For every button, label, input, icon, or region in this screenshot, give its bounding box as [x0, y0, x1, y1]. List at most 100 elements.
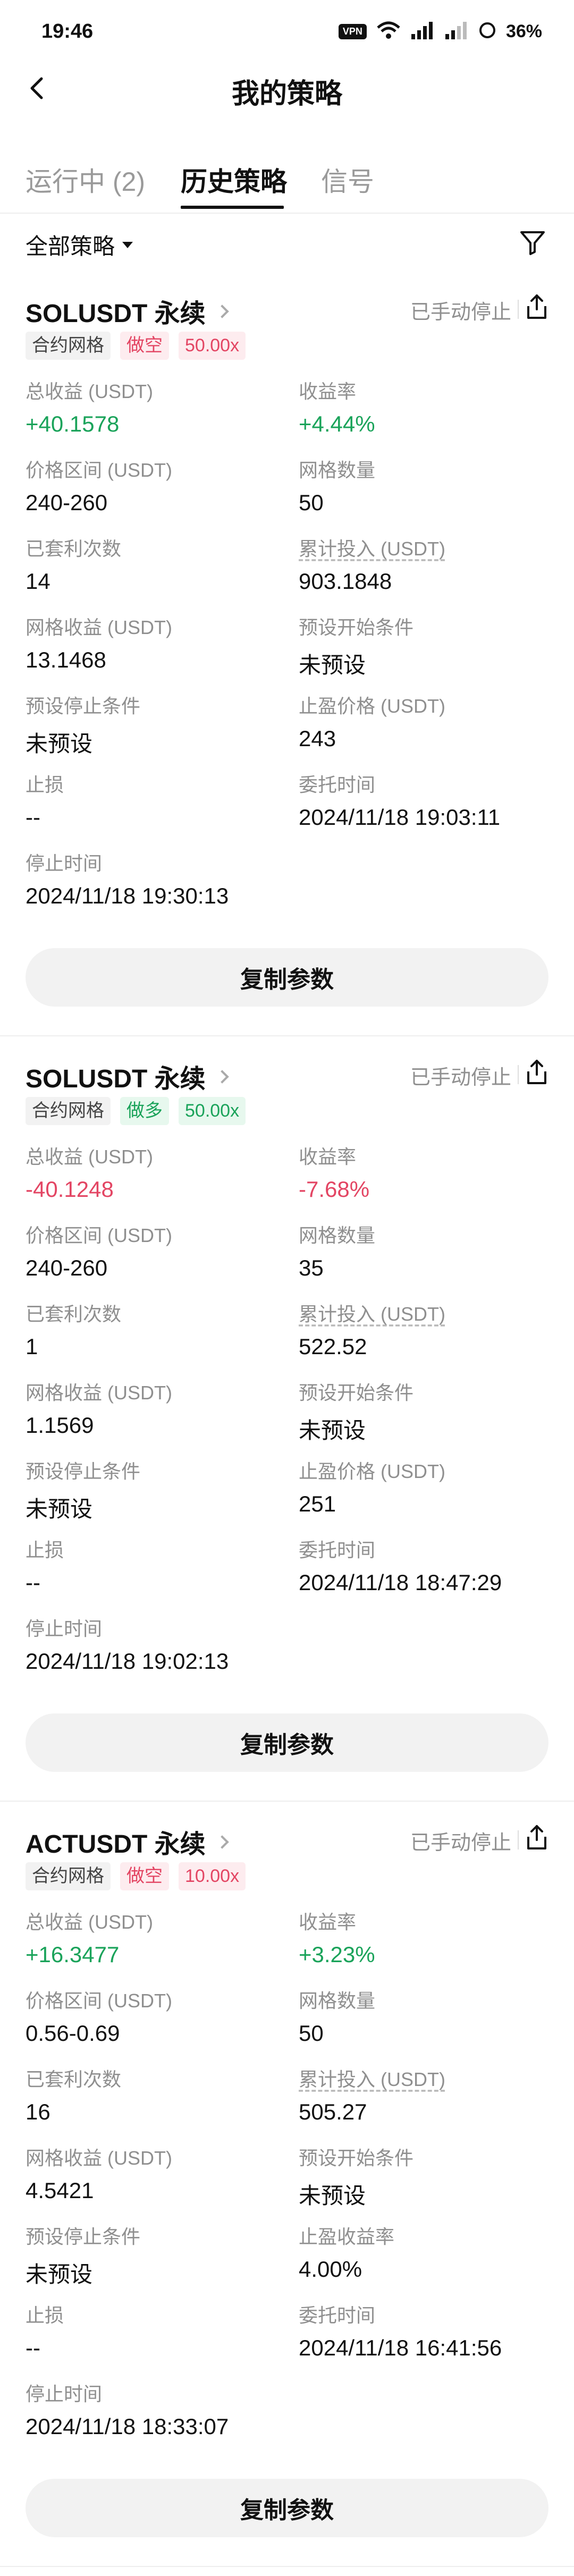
field-total-pnl: 总收益 (USDT) +40.1578: [26, 376, 153, 437]
field-value: 35: [299, 1255, 324, 1280]
copy-params-button[interactable]: 复制参数: [26, 948, 548, 1007]
field-value: +4.44%: [299, 411, 375, 436]
field-start-condition: 预设开始条件 未预设: [299, 1378, 413, 1445]
field-value: 50: [299, 490, 324, 515]
strategy-type-tag: 合约网格: [26, 332, 111, 360]
field-label: 已套利次数: [26, 1303, 122, 1325]
filter-icon[interactable]: [517, 226, 548, 258]
field-value: 2024/11/18 16:41:56: [299, 2335, 502, 2360]
field-label: 止损: [26, 1539, 64, 1561]
field-label: 预设停止条件: [26, 1460, 141, 1482]
field-total-pnl: 总收益 (USDT) +16.3477: [26, 1907, 153, 1967]
page-title: 我的策略: [231, 79, 342, 109]
card-divider: [0, 1035, 574, 1036]
battery-level: 36%: [505, 21, 542, 41]
field-value: +16.3477: [26, 1942, 120, 1967]
field-label: 总收益 (USDT): [26, 381, 153, 402]
field-value: -7.68%: [299, 1177, 370, 1202]
strategy-symbol: SOLUSDT 永续: [26, 300, 206, 328]
field-label: 收益率: [299, 1146, 357, 1168]
field-label: 价格区间 (USDT): [26, 1990, 172, 2012]
direction-tag: 做空: [120, 1862, 169, 1890]
field-value: 240-260: [26, 490, 108, 515]
field-label: 已套利次数: [26, 538, 122, 560]
tab-history[interactable]: 历史策略: [181, 161, 287, 199]
strategy-filter-dropdown[interactable]: 全部策略: [26, 229, 133, 261]
strategy-title[interactable]: SOLUSDT 永续: [26, 1058, 229, 1095]
strategy-tags: 合约网格 做空 10.00x: [26, 1862, 246, 1890]
strategy-status: 已手动停止: [410, 1067, 511, 1089]
divider: [518, 1830, 519, 1849]
copy-params-button[interactable]: 复制参数: [26, 2479, 548, 2537]
field-value: 240-260: [26, 1255, 108, 1280]
field-value: 0.56-0.69: [26, 2021, 120, 2046]
field-label: 总收益 (USDT): [26, 1146, 153, 1168]
field-value: --: [26, 1570, 40, 1595]
field-pnl-rate: 收益率 +4.44%: [299, 376, 375, 437]
divider: [0, 213, 574, 214]
copy-params-button[interactable]: 复制参数: [26, 1713, 548, 1772]
field-value: 1.1569: [26, 1413, 94, 1438]
share-icon[interactable]: [521, 1057, 553, 1088]
strategy-type-tag: 合约网格: [26, 1862, 111, 1890]
field-order-time: 委托时间 2024/11/18 16:41:56: [299, 2300, 502, 2361]
field-stop-condition: 预设停止条件 未预设: [26, 1456, 140, 1524]
field-price-range: 价格区间 (USDT) 240-260: [26, 455, 172, 516]
field-label: 价格区间 (USDT): [26, 459, 172, 481]
strategy-card: SOLUSDT 永续 已手动停止合约网格 做空 50.00x 总收益 (USDT) +40…: [0, 282, 574, 1047]
active-tab-indicator: [181, 206, 284, 209]
strategy-tags: 合约网格 做空 50.00x: [26, 332, 246, 360]
field-label: 预设开始条件: [299, 1382, 414, 1404]
field-label: 止盈收益率: [299, 2226, 395, 2248]
share-icon[interactable]: [521, 291, 553, 323]
tab-bar: 运行中 (2) 历史策略 信号: [0, 149, 574, 213]
field-label: 累计投入 (USDT): [299, 538, 445, 560]
field-label: 停止时间: [26, 1618, 103, 1640]
field-stop-condition: 预设停止条件 未预设: [26, 2222, 140, 2289]
field-label: 预设开始条件: [299, 2147, 414, 2169]
field-label: 停止时间: [26, 2383, 103, 2405]
divider: [518, 300, 519, 319]
field-value: 未预设: [26, 1497, 93, 1522]
strategy-title[interactable]: SOLUSDT 永续: [26, 292, 229, 330]
strategy-title[interactable]: ACTUSDT 永续: [26, 1823, 229, 1860]
strategy-status: 已手动停止: [410, 301, 511, 324]
signal-icon: [444, 21, 469, 42]
field-label: 委托时间: [299, 1539, 376, 1561]
field-invested: 累计投入 (USDT) 505.27: [299, 2064, 445, 2125]
field-value: 未预设: [26, 731, 93, 756]
field-label: 总收益 (USDT): [26, 1911, 153, 1933]
field-value: 2024/11/18 18:47:29: [299, 1570, 502, 1595]
card-divider: [0, 1801, 574, 1802]
field-label: 已套利次数: [26, 2068, 122, 2090]
field-value: 1: [26, 1334, 38, 1359]
field-label: 收益率: [299, 1911, 357, 1933]
field-label: 网格数量: [299, 1224, 376, 1246]
field-value: 14: [26, 569, 50, 594]
field-pnl-rate: 收益率 -7.68%: [299, 1142, 369, 1202]
field-value: 243: [299, 726, 336, 751]
divider: [518, 1065, 519, 1084]
field-label: 止盈价格 (USDT): [299, 1460, 445, 1482]
tab-running[interactable]: 运行中 (2): [26, 161, 145, 199]
field-stop-time: 停止时间 2024/11/18 19:30:13: [26, 848, 229, 909]
field-grid-pnl: 网格收益 (USDT) 13.1468: [26, 612, 172, 673]
tab-signals[interactable]: 信号: [321, 161, 374, 199]
strategy-symbol: SOLUSDT 永续: [26, 1065, 206, 1093]
strategy-card: SOLUSDT 永续 已手动停止 合约网格 做多 50.00x 总收益 (USDT) -40…: [0, 1047, 574, 1812]
field-grid-pnl: 网格收益 (USDT) 1.1569: [26, 1378, 172, 1438]
filter-row: 全部策略: [0, 218, 574, 266]
field-order-time: 委托时间 2024/11/18 19:03:11: [299, 770, 500, 830]
strategy-status: 已手动停止: [410, 1832, 511, 1854]
field-stop-time: 停止时间 2024/11/18 18:33:07: [26, 2379, 229, 2439]
field-value: 903.1848: [299, 569, 392, 594]
share-icon[interactable]: [521, 1822, 553, 1854]
field-label: 预设停止条件: [26, 2226, 141, 2248]
wifi-icon: [376, 21, 401, 42]
field-price-range: 价格区间 (USDT) 240-260: [26, 1220, 172, 1281]
field-label: 网格收益 (USDT): [26, 616, 172, 638]
status-icons: VPN 36%: [338, 21, 542, 42]
field-value: 2024/11/18 19:03:11: [299, 805, 501, 830]
field-value: 522.52: [299, 1334, 367, 1359]
field-label: 累计投入 (USDT): [299, 2068, 445, 2090]
